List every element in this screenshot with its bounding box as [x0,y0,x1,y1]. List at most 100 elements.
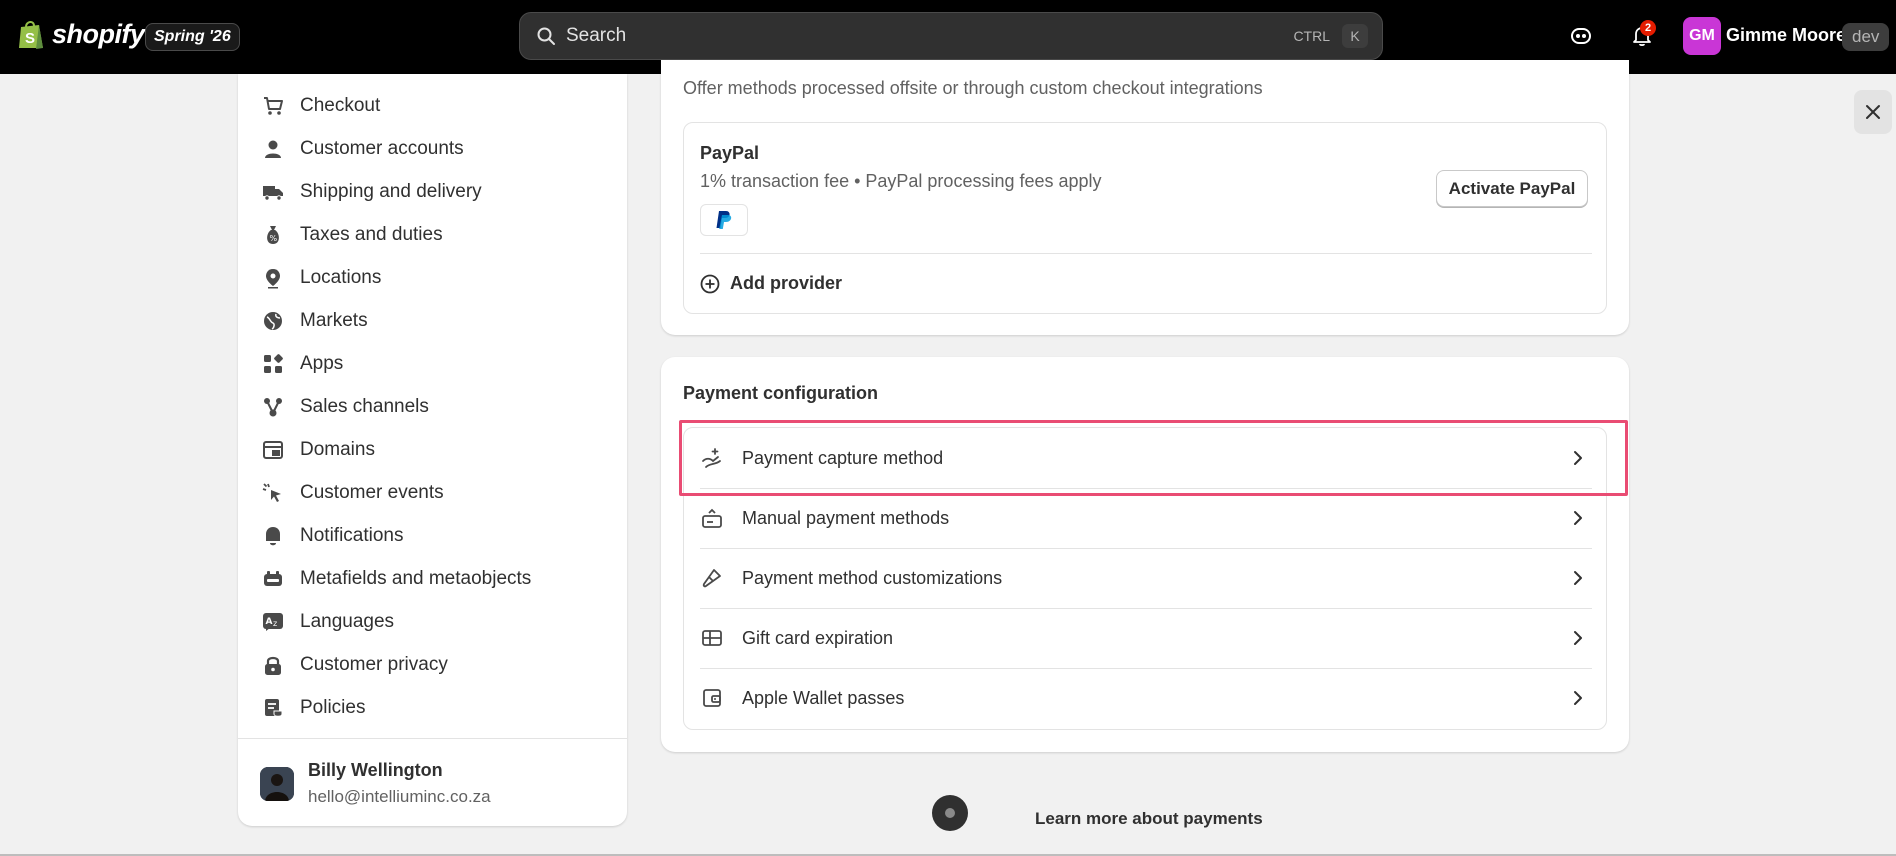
supported-methods-card: Offer methods processed offsite or throu… [661,60,1629,335]
sidebar-item-label: Apps [300,352,344,374]
sidebar-item-domains[interactable]: Domains [238,428,627,471]
person-icon [262,138,284,160]
paypal-icon [716,211,732,229]
sidebar-item-taxes[interactable]: % Taxes and duties [238,213,627,256]
record-button[interactable] [932,795,968,831]
manual-payment-icon [700,506,724,530]
shopify-logo[interactable]: S shopify [16,18,145,50]
sidebar-item-apps[interactable]: Apps [238,342,627,385]
apps-grid-icon [262,353,284,375]
sidekick-icon[interactable] [1567,22,1595,50]
svg-text:A: A [266,617,273,627]
sidebar-item-checkout[interactable]: Checkout [238,84,627,127]
svg-text:z: z [273,619,277,628]
brand-name: shopify [52,18,145,49]
gift-card-icon [700,626,724,650]
supported-methods-description: Offer methods processed offsite or throu… [683,78,1263,98]
sidebar-item-customer-privacy[interactable]: Customer privacy [238,643,627,686]
sidebar-item-markets[interactable]: Markets [238,299,627,342]
sidebar-item-locations[interactable]: Locations [238,256,627,299]
search-bar[interactable]: Search CTRL K [519,12,1383,60]
metafields-icon [262,568,284,590]
paint-brush-icon [700,566,724,590]
bell-icon [262,525,284,547]
sidebar-item-label: Markets [300,309,368,331]
provider-fee: 1% transaction fee • PayPal processing f… [700,171,1102,191]
highlight-box [679,420,1628,496]
owner-avatar [260,766,294,801]
provider-divider [700,253,1592,254]
shopify-bag-icon: S [19,21,43,49]
provider-box: PayPal 1% transaction fee • PayPal proce… [683,122,1607,314]
sidebar-item-customer-events[interactable]: Customer events [238,471,627,514]
cursor-click-icon [262,482,284,504]
sidebar-item-label: Checkout [300,94,381,116]
activate-paypal-button[interactable]: Activate PayPal [1436,170,1588,207]
svg-text:%: % [270,234,278,243]
sidebar-item-label: Domains [300,438,375,460]
notification-badge: 2 [1640,20,1656,36]
provider-name: PayPal [700,143,760,163]
svg-text:S: S [25,30,35,47]
search-placeholder: Search [566,25,627,46]
config-row-method-customizations[interactable]: Payment method customizations [700,548,1592,608]
learn-more-link[interactable]: Learn more about payments [1035,809,1263,829]
globe-icon [262,310,284,332]
settings-sidebar: Checkout Customer accounts Shipping and … [238,74,627,826]
user-avatar[interactable]: GM [1683,17,1721,55]
config-row-label: Manual payment methods [742,507,950,528]
tax-bag-icon: % [262,224,284,246]
chevron-right-icon [1574,631,1582,645]
search-icon [537,27,555,45]
record-dot-icon [945,808,955,818]
chevron-right-icon [1574,571,1582,585]
sidebar-item-label: Taxes and duties [300,223,443,245]
policy-icon [262,697,284,719]
sidebar-item-policies[interactable]: Policies [238,686,627,729]
lock-icon [262,654,284,676]
sidebar-item-sales-channels[interactable]: Sales channels [238,385,627,428]
config-row-gift-card-expiration[interactable]: Gift card expiration [700,608,1592,668]
chevron-right-icon [1574,511,1582,525]
add-provider-label: Add provider [730,273,843,293]
plus-circle-icon [700,274,720,293]
truck-icon [262,181,284,203]
settings-nav: Checkout Customer accounts Shipping and … [238,84,627,729]
sidebar-item-label: Languages [300,610,395,632]
language-icon: Az [262,611,284,633]
cart-icon [262,95,284,117]
sidebar-divider [238,738,627,739]
config-row-label: Payment method customizations [742,567,1003,588]
user-name[interactable]: Gimme Moore [1726,25,1846,46]
paypal-logo [700,204,748,236]
sidebar-item-label: Notifications [300,524,404,546]
sidebar-item-customer-accounts[interactable]: Customer accounts [238,127,627,170]
payment-configuration-card: Payment configuration Payment capture me… [661,357,1629,752]
sidebar-item-label: Customer accounts [300,137,464,159]
close-settings-button[interactable] [1854,90,1892,134]
owner-name: Billy Wellington [308,760,443,780]
config-row-apple-wallet[interactable]: Apple Wallet passes [700,668,1592,728]
owner-email: hello@intelliuminc.co.za [308,787,491,806]
config-row-label: Gift card expiration [742,627,894,648]
sidebar-item-label: Metafields and metaobjects [300,567,532,589]
sidebar-item-languages[interactable]: Az Languages [238,600,627,643]
sidebar-item-label: Shipping and delivery [300,180,482,202]
edition-badge[interactable]: Spring '26 [145,23,240,51]
sidebar-item-label: Sales channels [300,395,429,417]
shortcut-k: K [1342,24,1368,48]
sidebar-item-label: Customer privacy [300,653,448,675]
config-row-manual-payment[interactable]: Manual payment methods [700,488,1592,548]
add-provider-button[interactable]: Add provider [700,273,842,294]
close-icon [1866,105,1880,119]
sidebar-item-shipping[interactable]: Shipping and delivery [238,170,627,213]
chevron-right-icon [1574,691,1582,705]
domain-icon [262,439,284,461]
config-row-label: Apple Wallet passes [742,687,905,708]
sidebar-item-notifications[interactable]: Notifications [238,514,627,557]
store-owner[interactable]: Billy Wellington hello@intelliuminc.co.z… [260,760,491,807]
user-tag: dev [1842,23,1890,51]
sidebar-item-metafields[interactable]: Metafields and metaobjects [238,557,627,600]
wallet-icon [700,686,724,710]
sales-channels-icon [262,396,284,418]
